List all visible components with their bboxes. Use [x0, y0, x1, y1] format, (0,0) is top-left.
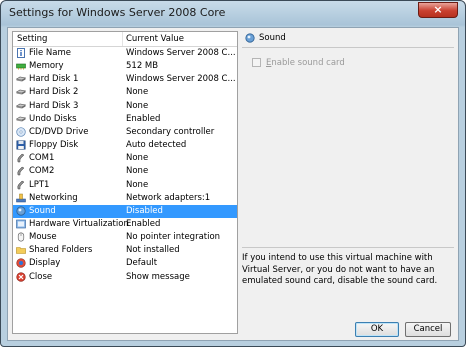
setting-name: Hard Disk 2 — [29, 87, 79, 98]
setting-name: Hardware Virtualization — [29, 218, 129, 229]
setting-value: Not installed — [126, 245, 180, 256]
settings-row[interactable]: Shared Folders Not installed — [13, 244, 237, 257]
window-title: Settings for Windows Server 2008 Core — [9, 6, 226, 19]
ok-button[interactable]: OK — [355, 322, 399, 337]
setting-name: Mouse — [29, 232, 57, 243]
setting-name: File Name — [29, 48, 72, 58]
settings-row[interactable]: Hardware Virtualization Enabled — [13, 218, 237, 231]
description-divider — [242, 247, 454, 248]
setting-value: None — [126, 100, 149, 111]
setting-value: None — [126, 87, 149, 98]
setting-value: Windows Server 2008 C... — [126, 48, 236, 58]
close-icon: × — [433, 3, 443, 16]
setting-name: Close — [29, 271, 53, 282]
setting-value: No pointer integration — [126, 232, 221, 243]
display-icon — [16, 258, 26, 268]
enable-sound-card-label[interactable]: Enable sound card — [266, 58, 345, 68]
setting-name: COM1 — [29, 153, 55, 164]
settings-row[interactable]: Hard Disk 3 None — [13, 100, 237, 113]
setting-name: CD/DVD Drive — [29, 126, 89, 137]
setting-name: LPT1 — [29, 179, 50, 190]
setting-value: Default — [126, 258, 158, 269]
settings-row[interactable]: Hard Disk 1 Windows Server 2008 C... — [13, 73, 237, 86]
cancel-button[interactable]: Cancel — [405, 322, 451, 337]
hard-disk-icon — [16, 90, 26, 95]
setting-value: Windows Server 2008 C... — [126, 74, 236, 85]
folder-icon — [16, 247, 26, 255]
column-header-current-value[interactable]: Current Value — [126, 34, 184, 44]
parallel-port-icon — [17, 180, 25, 189]
setting-value: 512 MB — [126, 61, 159, 72]
hard-disk-icon — [16, 103, 26, 109]
settings-row[interactable]: Memory 512 MB — [13, 60, 237, 73]
setting-value: Enabled — [126, 113, 161, 124]
dialog-client-area: Setting Current Value File Name Windows S… — [7, 27, 459, 341]
setting-name: Networking — [29, 192, 78, 203]
enable-sound-card-checkbox[interactable] — [252, 58, 261, 67]
settings-list[interactable]: Setting Current Value File Name Windows S… — [12, 31, 238, 334]
setting-value: None — [126, 166, 149, 177]
setting-value: Enabled — [126, 218, 161, 229]
hardware-virtualization-icon — [16, 219, 26, 229]
setting-name: COM2 — [29, 166, 55, 177]
floppy-icon — [16, 140, 26, 150]
settings-row[interactable]: COM1 None — [13, 152, 237, 165]
settings-row[interactable]: CD/DVD Drive Secondary controller — [13, 126, 237, 139]
setting-value: Disabled — [126, 205, 163, 216]
setting-name: Undo Disks — [29, 113, 77, 124]
setting-value: None — [126, 179, 149, 190]
sound-description: If you intend to use this virtual machin… — [242, 253, 438, 286]
settings-row[interactable]: File Name Windows Server 2008 C... — [13, 47, 237, 60]
sound-panel-header: Sound — [242, 31, 454, 45]
setting-name: Hard Disk 1 — [29, 74, 79, 85]
settings-row[interactable]: Hard Disk 2 None — [13, 86, 237, 99]
settings-row[interactable]: Display Default — [13, 257, 237, 270]
setting-value: Auto detected — [126, 140, 187, 151]
settings-window: Settings for Windows Server 2008 Core × … — [0, 0, 466, 347]
window-close-button[interactable]: × — [418, 2, 458, 18]
column-divider[interactable] — [122, 32, 123, 46]
setting-value: Secondary controller — [126, 126, 215, 137]
column-header-setting[interactable]: Setting — [17, 34, 47, 44]
close-setting-icon — [16, 271, 26, 282]
settings-list-header: Setting Current Value — [13, 32, 237, 47]
setting-name: Floppy Disk — [29, 140, 79, 151]
memory-icon — [16, 63, 26, 70]
settings-row[interactable]: Networking Network adapters:1 — [13, 192, 237, 205]
mouse-icon — [17, 232, 25, 242]
setting-name: Hard Disk 3 — [29, 100, 79, 111]
sound-icon — [16, 206, 26, 216]
network-icon — [16, 193, 26, 202]
cd-dvd-icon — [16, 127, 26, 137]
sound-icon — [245, 33, 255, 43]
undo-disks-icon — [16, 116, 26, 122]
settings-row[interactable]: Undo Disks Enabled — [13, 113, 237, 126]
header-divider — [242, 47, 454, 48]
serial-port-icon — [17, 167, 25, 176]
enable-sound-card-label-text: nable sound card — [271, 58, 345, 68]
settings-row[interactable]: Close Show message — [13, 271, 237, 284]
setting-name: Sound — [29, 205, 56, 216]
hard-disk-icon — [16, 76, 26, 82]
title-bar[interactable]: Settings for Windows Server 2008 Core × — [1, 1, 465, 25]
sound-settings-panel: Sound Enable sound card — [242, 31, 454, 256]
setting-value: Network adapters:1 — [126, 192, 211, 203]
setting-name: Memory — [29, 61, 64, 72]
settings-row[interactable]: COM2 None — [13, 165, 237, 178]
serial-port-icon — [17, 153, 25, 163]
setting-name: Shared Folders — [29, 245, 93, 256]
setting-name: Display — [29, 258, 61, 269]
settings-row[interactable]: LPT1 None — [13, 179, 237, 192]
settings-row[interactable]: Mouse No pointer integration — [13, 231, 237, 244]
file-info-icon — [17, 48, 25, 58]
sound-panel-title: Sound — [259, 33, 286, 43]
settings-row[interactable]: Floppy Disk Auto detected — [13, 139, 237, 152]
setting-value: None — [126, 153, 149, 164]
settings-row[interactable]: Sound Disabled — [13, 204, 237, 218]
setting-value: Show message — [126, 271, 190, 282]
